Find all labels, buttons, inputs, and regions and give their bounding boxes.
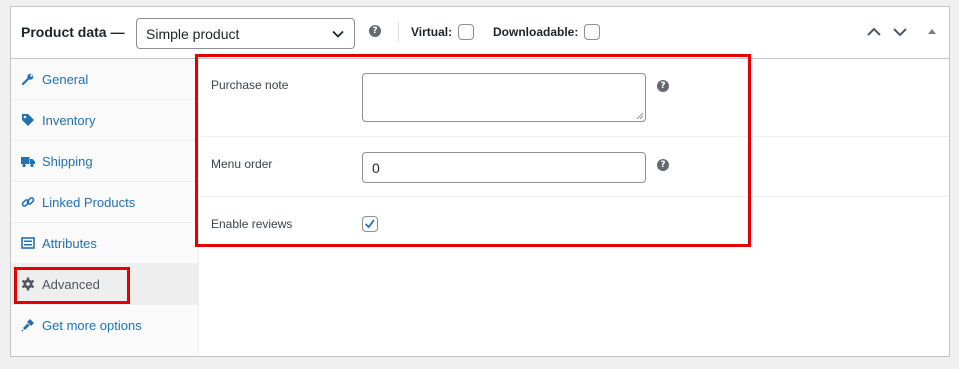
wrench-icon — [21, 73, 34, 86]
tab-advanced[interactable]: Advanced — [11, 264, 199, 305]
tab-attributes[interactable]: Attributes — [11, 223, 199, 264]
truck-icon — [21, 157, 35, 168]
row-divider — [199, 196, 949, 197]
tab-linked-products[interactable]: Linked Products — [11, 182, 199, 223]
tab-inventory[interactable]: Inventory — [11, 100, 199, 141]
menu-order-value: 0 — [372, 160, 380, 176]
tab-get-more-options[interactable]: Get more options — [11, 305, 199, 346]
virtual-label: Virtual: — [411, 25, 453, 39]
collapse-toggle-icon[interactable] — [923, 23, 941, 41]
product-type-value: Simple product — [146, 26, 240, 42]
enable-reviews-checkbox[interactable] — [362, 216, 378, 232]
move-down-icon[interactable] — [891, 23, 909, 41]
tab-label: Advanced — [42, 277, 100, 292]
menu-order-label: Menu order — [211, 157, 273, 171]
menu-order-input[interactable]: 0 — [362, 152, 646, 183]
enable-reviews-label: Enable reviews — [211, 217, 293, 231]
product-data-tabs: General Inventory Shipping Linked Produc… — [11, 59, 199, 356]
tab-general[interactable]: General — [11, 59, 199, 100]
tag-icon — [22, 114, 34, 126]
tab-shipping[interactable]: Shipping — [11, 141, 199, 182]
tab-label: Get more options — [42, 318, 142, 333]
help-icon[interactable]: ? — [369, 25, 381, 37]
tab-label: Linked Products — [42, 195, 136, 210]
downloadable-checkbox[interactable] — [584, 24, 600, 40]
chevron-down-icon — [332, 30, 344, 38]
tab-label: Shipping — [42, 154, 93, 169]
list-icon — [21, 237, 35, 249]
purchase-note-label: Purchase note — [211, 78, 289, 92]
gear-icon — [21, 277, 35, 291]
downloadable-label: Downloadable: — [493, 25, 579, 39]
tab-label: General — [42, 72, 89, 87]
virtual-checkbox[interactable] — [458, 24, 474, 40]
product-data-panel: Product data — Simple product ? Virtual:… — [10, 6, 950, 357]
panel-header: Product data — Simple product ? Virtual:… — [11, 7, 949, 59]
plugin-icon — [21, 319, 34, 332]
help-icon[interactable]: ? — [657, 159, 669, 171]
resize-grip-icon[interactable] — [636, 112, 644, 120]
help-icon[interactable]: ? — [657, 80, 669, 92]
header-divider — [398, 22, 399, 42]
tab-label: Attributes — [42, 236, 97, 251]
row-divider — [199, 136, 949, 137]
panel-title: Product data — — [21, 24, 125, 40]
move-up-icon[interactable] — [865, 23, 883, 41]
checkmark-icon — [365, 219, 375, 229]
tab-label: Inventory — [42, 113, 96, 128]
product-type-select[interactable]: Simple product — [136, 18, 355, 49]
link-icon — [21, 197, 35, 207]
purchase-note-textarea[interactable] — [362, 73, 646, 122]
